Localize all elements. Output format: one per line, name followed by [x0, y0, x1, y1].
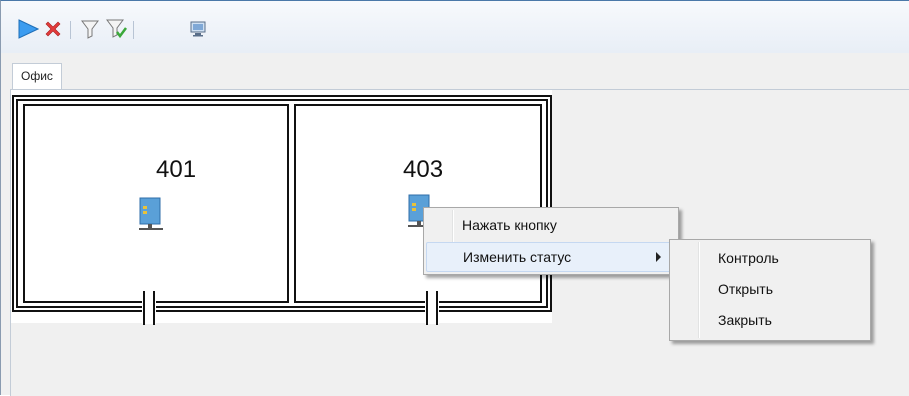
filter-icon[interactable]	[78, 17, 102, 41]
menu-item-open[interactable]: Открыть	[672, 275, 868, 303]
submenu-arrow-icon	[656, 252, 661, 262]
menu-item-label: Открыть	[718, 281, 773, 297]
tab-label: Офис	[21, 69, 53, 83]
room-label-401: 401	[156, 156, 197, 183]
toolbar	[1, 1, 909, 53]
menu-item-label: Закрыть	[718, 312, 772, 328]
menu-item-control[interactable]: Контроль	[672, 244, 868, 272]
menu-item-press-button[interactable]: Нажать кнопку	[426, 211, 676, 239]
context-menu: Нажать кнопку Изменить статус	[423, 207, 679, 275]
close-icon[interactable]	[41, 17, 65, 41]
device-icon-401[interactable]	[136, 196, 166, 232]
room-label-403: 403	[403, 156, 444, 183]
toolbar-separator	[133, 21, 134, 39]
tab-office[interactable]: Офис	[12, 63, 62, 89]
status-submenu: Контроль Открыть Закрыть	[669, 239, 871, 341]
menu-item-label: Контроль	[718, 250, 779, 266]
app-window: Офис 401 403 Нажать кнопку Изменить стат…	[0, 0, 909, 396]
monitor-icon[interactable]	[186, 17, 210, 41]
menu-item-label: Нажать кнопку	[462, 217, 557, 233]
play-icon[interactable]	[16, 17, 40, 41]
menu-item-close[interactable]: Закрыть	[672, 306, 868, 334]
menu-item-change-status[interactable]: Изменить статус	[426, 242, 676, 272]
toolbar-separator	[70, 21, 71, 39]
menu-item-label: Изменить статус	[463, 249, 572, 265]
filter-apply-icon[interactable]	[105, 17, 129, 41]
